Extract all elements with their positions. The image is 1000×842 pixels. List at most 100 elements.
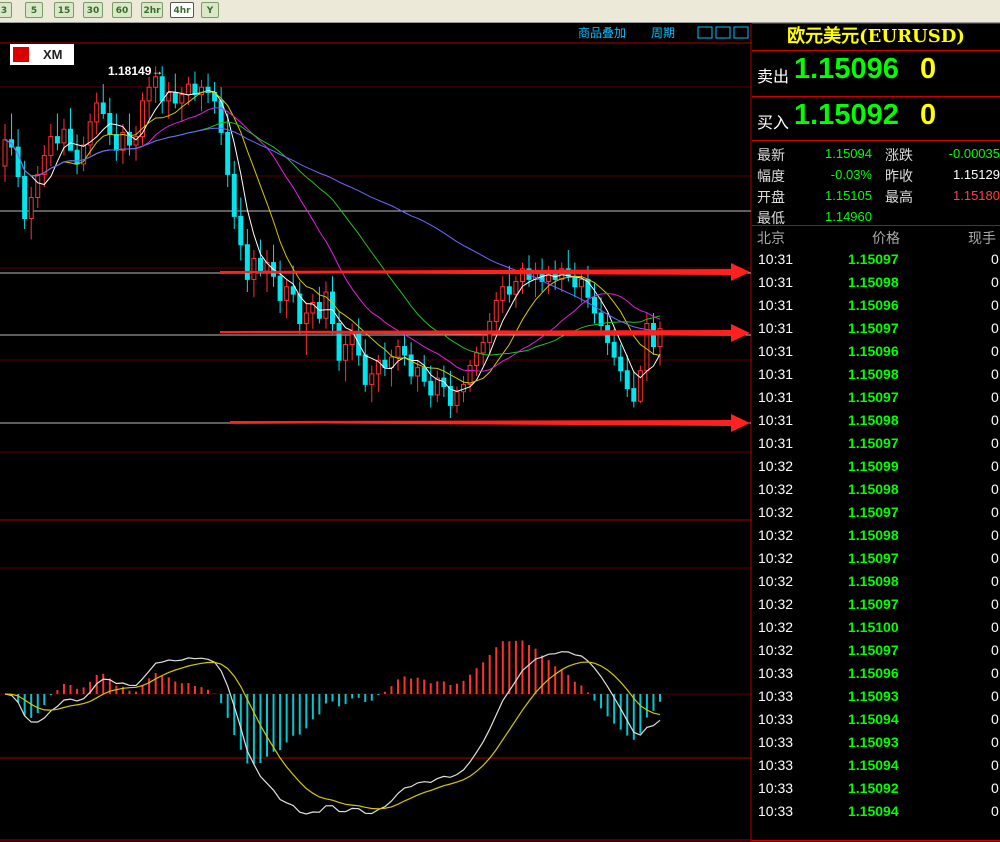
stat-value: 1.15180 bbox=[953, 188, 1000, 203]
tick-price: 1.15094 bbox=[848, 757, 899, 773]
timeframe-button-Y[interactable]: Y bbox=[201, 2, 219, 18]
tick-row[interactable]: 10:32 1.15097 0 bbox=[752, 592, 1000, 615]
timeframe-button-15[interactable]: 15 bbox=[54, 2, 74, 18]
tick-time: 10:33 bbox=[758, 734, 794, 750]
candle-body bbox=[2, 139, 8, 167]
timeframe-button-4hr[interactable]: 4hr bbox=[170, 2, 194, 18]
tick-vol: 0 bbox=[991, 619, 999, 635]
tick-row[interactable]: 10:31 1.15098 0 bbox=[752, 408, 1000, 431]
tick-price: 1.15097 bbox=[848, 504, 899, 520]
tick-vol: 0 bbox=[991, 803, 999, 819]
tick-vol: 0 bbox=[991, 481, 999, 497]
tick-row[interactable]: 10:32 1.15097 0 bbox=[752, 546, 1000, 569]
candle-body bbox=[185, 83, 191, 96]
candle-body bbox=[474, 352, 480, 366]
tick-time: 10:32 bbox=[758, 504, 794, 520]
sell-price[interactable]: 1.15096 bbox=[794, 53, 899, 86]
tick-row[interactable]: 10:31 1.15098 0 bbox=[752, 362, 1000, 385]
sell-digit: 0 bbox=[920, 53, 937, 85]
sell-label: 卖出 bbox=[757, 67, 790, 86]
candle-body bbox=[100, 102, 106, 114]
tick-price: 1.15098 bbox=[848, 274, 899, 290]
candle-body bbox=[421, 367, 427, 382]
candle-body bbox=[231, 173, 237, 217]
tick-row[interactable]: 10:33 1.15093 0 bbox=[752, 730, 1000, 753]
tick-row[interactable]: 10:33 1.15094 0 bbox=[752, 799, 1000, 822]
candle-body bbox=[74, 149, 80, 165]
tick-row[interactable]: 10:31 1.15096 0 bbox=[752, 293, 1000, 316]
xm-logo: XM bbox=[10, 44, 74, 65]
timeframe-button-3[interactable]: 3 bbox=[0, 2, 12, 18]
high-marker: 1.18149→ bbox=[108, 64, 163, 78]
window-icons[interactable] bbox=[697, 26, 749, 39]
candle-body bbox=[238, 215, 244, 246]
candle-body bbox=[343, 344, 349, 361]
tick-time: 10:32 bbox=[758, 596, 794, 612]
candle-body bbox=[637, 370, 643, 402]
period-menu[interactable]: 周期 bbox=[651, 26, 675, 40]
tick-row[interactable]: 10:32 1.15099 0 bbox=[752, 454, 1000, 477]
tick-row[interactable]: 10:32 1.15097 0 bbox=[752, 500, 1000, 523]
candle-body bbox=[506, 286, 512, 295]
tick-row[interactable]: 10:31 1.15097 0 bbox=[752, 316, 1000, 339]
candle-body bbox=[388, 356, 394, 369]
candle-body bbox=[146, 86, 152, 102]
tick-row[interactable]: 10:33 1.15094 0 bbox=[752, 753, 1000, 776]
tick-time: 10:31 bbox=[758, 435, 794, 451]
tick-time: 10:31 bbox=[758, 320, 794, 336]
tick-row[interactable]: 10:31 1.15096 0 bbox=[752, 339, 1000, 362]
candle-body bbox=[513, 281, 519, 295]
candle-body bbox=[493, 299, 499, 322]
moving-averages bbox=[4, 90, 661, 392]
symbol-title: 欧元美元(EURUSD) bbox=[787, 26, 965, 47]
buy-price[interactable]: 1.15092 bbox=[794, 99, 899, 132]
candle-body bbox=[330, 291, 335, 324]
arrow-head bbox=[731, 324, 750, 342]
candle-body bbox=[277, 275, 283, 301]
candle-body bbox=[323, 291, 329, 319]
tick-row[interactable]: 10:32 1.15098 0 bbox=[752, 523, 1000, 546]
arrow-head bbox=[731, 263, 750, 281]
candle-body bbox=[257, 257, 263, 272]
tick-price: 1.15097 bbox=[848, 251, 899, 267]
tick-row[interactable]: 10:31 1.15097 0 bbox=[752, 247, 1000, 270]
candle-body bbox=[126, 131, 132, 146]
price-chart[interactable]: XM 商品叠加 周期 1.18149→ bbox=[0, 23, 752, 842]
tick-row[interactable]: 10:32 1.15098 0 bbox=[752, 569, 1000, 592]
tick-row[interactable]: 10:33 1.15093 0 bbox=[752, 684, 1000, 707]
timeframe-toolbar: 3 5 15 30 60 2hr 4hr Y bbox=[0, 0, 1000, 23]
candle-body bbox=[408, 354, 414, 377]
tick-row[interactable]: 10:33 1.15096 0 bbox=[752, 661, 1000, 684]
tick-row[interactable]: 10:33 1.15092 0 bbox=[752, 776, 1000, 799]
timeframe-button-60[interactable]: 60 bbox=[112, 2, 132, 18]
stat-label: 最高 bbox=[885, 190, 913, 206]
tick-price: 1.15097 bbox=[848, 550, 899, 566]
tick-row[interactable]: 10:32 1.15097 0 bbox=[752, 638, 1000, 661]
tick-price: 1.15097 bbox=[848, 596, 899, 612]
tick-price: 1.15094 bbox=[848, 711, 899, 727]
timeframe-button-30[interactable]: 30 bbox=[83, 2, 103, 18]
tick-vol: 0 bbox=[991, 711, 999, 727]
candle-body bbox=[153, 76, 159, 88]
tick-vol: 0 bbox=[991, 389, 999, 405]
tick-row[interactable]: 10:32 1.15098 0 bbox=[752, 477, 1000, 500]
tick-price: 1.15097 bbox=[848, 320, 899, 336]
timeframe-button-5[interactable]: 5 bbox=[25, 2, 43, 18]
candle-body bbox=[225, 131, 231, 175]
tick-row[interactable]: 10:31 1.15098 0 bbox=[752, 270, 1000, 293]
tick-row[interactable]: 10:32 1.15100 0 bbox=[752, 615, 1000, 638]
tick-price: 1.15097 bbox=[848, 642, 899, 658]
chart-grid bbox=[0, 23, 752, 842]
tick-row[interactable]: 10:31 1.15097 0 bbox=[752, 431, 1000, 454]
candle-body bbox=[428, 380, 434, 396]
tick-row[interactable]: 10:33 1.15094 0 bbox=[752, 707, 1000, 730]
tick-vol: 0 bbox=[991, 458, 999, 474]
timeframe-button-2hr[interactable]: 2hr bbox=[141, 2, 163, 18]
candle-body bbox=[467, 365, 473, 385]
candle-body bbox=[461, 383, 466, 393]
overlay-menu[interactable]: 商品叠加 bbox=[578, 25, 626, 40]
tick-vol: 0 bbox=[991, 366, 999, 382]
tick-row[interactable]: 10:31 1.15097 0 bbox=[752, 385, 1000, 408]
candle-body bbox=[68, 128, 73, 151]
tick-price: 1.15098 bbox=[848, 366, 899, 382]
